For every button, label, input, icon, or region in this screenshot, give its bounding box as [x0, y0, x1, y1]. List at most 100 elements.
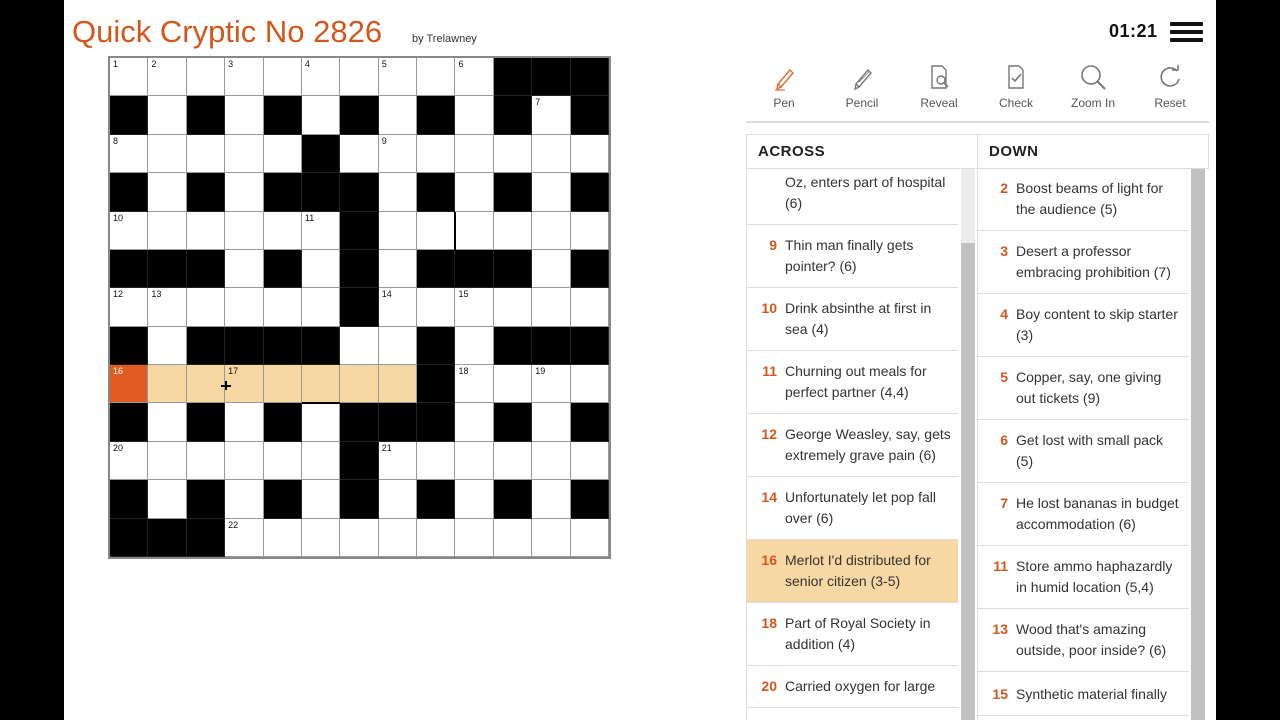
grid-cell[interactable]: [301, 288, 341, 327]
grid-cell[interactable]: 18: [455, 365, 494, 404]
down-scrollbar[interactable]: [1191, 169, 1205, 720]
grid-cell[interactable]: [493, 288, 533, 327]
grid-cell[interactable]: [570, 134, 609, 174]
grid-cell[interactable]: [378, 518, 418, 557]
grid-cell[interactable]: [417, 518, 456, 557]
grid-cell[interactable]: 9: [378, 134, 418, 174]
grid-cell[interactable]: [378, 365, 418, 404]
grid-cell[interactable]: [417, 441, 456, 481]
grid-cell[interactable]: 15: [455, 288, 494, 327]
down-clue-list[interactable]: 2 Boost beams of light for the audience (…: [977, 169, 1189, 720]
grid-cell[interactable]: [532, 480, 571, 519]
grid-cell[interactable]: [225, 173, 264, 212]
grid-cell[interactable]: [493, 518, 533, 557]
grid-cell[interactable]: 22: [225, 518, 264, 557]
grid-cell[interactable]: [340, 518, 379, 557]
grid-cell[interactable]: [532, 288, 571, 327]
grid-cell[interactable]: [417, 134, 456, 174]
grid-cell[interactable]: [148, 441, 187, 481]
grid-cell[interactable]: [417, 58, 456, 97]
grid-cell[interactable]: [493, 211, 533, 250]
grid-cell[interactable]: [378, 96, 418, 135]
grid-cell[interactable]: [417, 288, 456, 327]
grid-cell[interactable]: [455, 173, 494, 212]
grid-cell[interactable]: [493, 134, 533, 174]
grid-cell[interactable]: 21: [378, 441, 418, 481]
reset-button[interactable]: Reset: [1134, 60, 1206, 116]
grid-cell[interactable]: [301, 249, 341, 289]
down-clue[interactable]: 11 Store ammo haphazardly in humid locati…: [978, 546, 1189, 609]
grid-cell[interactable]: [225, 441, 264, 481]
down-clue[interactable]: 5 Copper, say, one giving out tickets (9): [978, 357, 1189, 420]
down-clue[interactable]: 2 Boost beams of light for the audience (…: [978, 169, 1189, 231]
grid-cell[interactable]: [455, 211, 494, 250]
pen-button[interactable]: Pen: [748, 60, 820, 116]
grid-cell[interactable]: [493, 441, 533, 481]
down-clue[interactable]: 15 Synthetic material finally: [978, 672, 1189, 716]
grid-cell[interactable]: [225, 288, 264, 327]
grid-cell[interactable]: [378, 173, 418, 212]
selected-cell[interactable]: 16: [110, 365, 149, 404]
grid-cell[interactable]: [532, 518, 571, 557]
grid-cell[interactable]: 8: [110, 134, 149, 174]
hamburger-menu-icon[interactable]: [1170, 22, 1203, 42]
grid-cell[interactable]: [186, 58, 226, 97]
grid-cell[interactable]: [186, 365, 226, 404]
grid-cell[interactable]: [225, 211, 264, 250]
down-clue[interactable]: 4 Boy content to skip starter (3): [978, 294, 1189, 357]
grid-cell[interactable]: [532, 403, 571, 442]
grid-cell[interactable]: [570, 365, 609, 404]
grid-cell[interactable]: [340, 58, 379, 97]
down-clue[interactable]: 6 Get lost with small pack (5): [978, 420, 1189, 483]
grid-cell[interactable]: [148, 173, 187, 212]
zoom-in-button[interactable]: Zoom In: [1057, 60, 1129, 116]
across-clue-active[interactable]: 16 Merlot I'd distributed for senior citi…: [747, 540, 958, 603]
grid-cell[interactable]: 4: [301, 58, 341, 97]
reveal-button[interactable]: Reveal: [903, 60, 975, 116]
grid-cell[interactable]: 14: [378, 288, 418, 327]
across-scrollbar-thumb[interactable]: [961, 243, 975, 720]
grid-cell[interactable]: 1: [110, 58, 149, 97]
grid-cell[interactable]: [570, 288, 609, 327]
grid-cell[interactable]: [417, 211, 456, 250]
grid-cell[interactable]: 5: [378, 58, 418, 97]
pencil-button[interactable]: Pencil: [826, 60, 898, 116]
grid-cell[interactable]: [263, 58, 302, 97]
grid-cell[interactable]: [225, 403, 264, 442]
grid-cell[interactable]: [186, 441, 226, 481]
grid-cell[interactable]: [570, 211, 609, 250]
across-scrollbar[interactable]: [961, 169, 975, 720]
grid-cell[interactable]: 6: [455, 58, 494, 97]
down-clue[interactable]: 13 Wood that's amazing outside, poor insi…: [978, 609, 1189, 672]
grid-cell[interactable]: [148, 134, 187, 174]
across-clue[interactable]: 12 George Weasley, say, gets extremely gr…: [747, 414, 958, 477]
grid-cell[interactable]: [378, 480, 418, 519]
grid-cell[interactable]: [455, 403, 494, 442]
grid-cell[interactable]: [340, 326, 379, 366]
grid-cell[interactable]: [378, 249, 418, 289]
grid-cell[interactable]: [263, 211, 302, 250]
grid-cell[interactable]: 20: [110, 441, 149, 481]
grid-cell[interactable]: 13: [148, 288, 187, 327]
grid-cell[interactable]: [532, 211, 571, 250]
across-clue[interactable]: 11 Churning out meals for perfect partner…: [747, 351, 958, 414]
grid-cell[interactable]: 12: [110, 288, 149, 327]
down-scrollbar-thumb[interactable]: [1191, 169, 1205, 720]
grid-cell[interactable]: [225, 96, 264, 135]
grid-cell[interactable]: 10: [110, 211, 149, 250]
grid-cell[interactable]: 19: [532, 365, 571, 404]
check-button[interactable]: Check: [980, 60, 1052, 116]
grid-cell[interactable]: [340, 365, 379, 404]
grid-cell[interactable]: [148, 365, 187, 404]
grid-cell[interactable]: [301, 480, 341, 519]
grid-cell[interactable]: [455, 518, 494, 557]
grid-cell[interactable]: [570, 441, 609, 481]
across-clue[interactable]: 14 Unfortunately let pop fall over (6): [747, 477, 958, 540]
grid-cell[interactable]: [455, 326, 494, 366]
grid-cell[interactable]: [186, 288, 226, 327]
grid-cell[interactable]: [148, 403, 187, 442]
across-clue[interactable]: 18 Part of Royal Society in addition (4): [747, 603, 958, 666]
grid-cell[interactable]: [301, 96, 341, 135]
across-clue-list[interactable]: Oz, enters part of hospital (6) 9 Thin man…: [746, 169, 958, 720]
grid-cell[interactable]: [455, 134, 494, 174]
